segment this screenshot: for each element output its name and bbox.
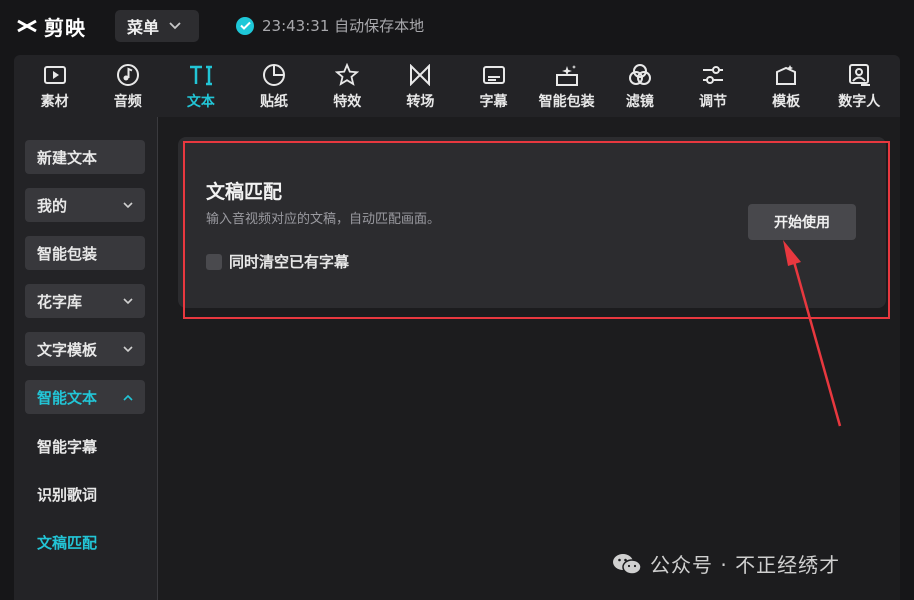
main-content-area: 文稿匹配 输入音视频对应的文稿，自动匹配画面。 同时清空已有字幕 开始使用 — [158, 117, 900, 600]
sidebar-item-label: 我的 — [37, 196, 68, 215]
watermark-text: 公众号 · 不正经绣才 — [650, 553, 841, 577]
tool-label: 模板 — [772, 93, 801, 110]
play-box-icon — [42, 62, 68, 88]
chevron-down-icon — [123, 297, 133, 304]
app-name: 剪映 — [44, 15, 86, 40]
chevron-down-icon — [169, 22, 181, 30]
wechat-icon — [613, 553, 642, 575]
tool-filter[interactable]: 滤镜 — [604, 58, 676, 114]
filter-icon — [627, 62, 653, 88]
menu-label: 菜单 — [127, 18, 160, 37]
chevron-down-icon — [123, 345, 133, 352]
tool-label: 转场 — [406, 93, 435, 110]
capcut-logo-icon — [17, 19, 37, 33]
chevron-up-icon — [123, 394, 133, 401]
digital-human-icon — [846, 62, 872, 88]
tool-label: 数字人 — [838, 93, 881, 110]
card-title: 文稿匹配 — [206, 181, 283, 203]
sidebar-item-smart-text[interactable]: 智能文本 — [25, 380, 145, 414]
star-effect-icon — [334, 62, 360, 88]
sidebar-item-label: 花字库 — [37, 292, 83, 311]
adjust-sliders-icon — [700, 62, 726, 88]
tool-label: 字幕 — [479, 93, 508, 110]
checkbox-box[interactable] — [206, 253, 222, 270]
sidebar-item-fancy-text[interactable]: 花字库 — [25, 284, 145, 318]
tool-label: 贴纸 — [260, 93, 289, 110]
tool-label: 音频 — [113, 93, 142, 110]
sidebar-item-label: 智能文本 — [37, 388, 98, 407]
tool-media[interactable]: 素材 — [19, 58, 91, 114]
sparkle-package-icon — [554, 62, 580, 88]
subtitle-icon — [481, 62, 507, 88]
text-ti-icon — [188, 62, 214, 88]
sidebar-item-label: 新建文本 — [37, 148, 98, 167]
tool-sticker[interactable]: 贴纸 — [238, 58, 310, 114]
card-description: 输入音视频对应的文稿，自动匹配画面。 — [206, 212, 441, 227]
text-category-sidebar: 新建文本 我的 智能包装 花字库 文字模板 智能文本 智能字幕 识别歌词 文稿匹… — [14, 117, 158, 600]
tool-effects[interactable]: 特效 — [311, 58, 383, 114]
tool-adjust[interactable]: 调节 — [677, 58, 749, 114]
tool-label: 素材 — [40, 93, 69, 110]
sidebar-subitem-smart-subtitle[interactable]: 智能字幕 — [37, 436, 97, 457]
check-circle-icon — [236, 16, 254, 35]
sidebar-subitem-recognize-lyrics[interactable]: 识别歌词 — [37, 484, 97, 505]
chevron-down-icon — [123, 201, 133, 208]
start-button[interactable]: 开始使用 — [748, 204, 856, 240]
tool-digital-human[interactable]: 数字人 — [823, 58, 895, 114]
sticker-icon — [261, 62, 287, 88]
checkbox-label: 同时清空已有字幕 — [229, 253, 350, 271]
clear-subtitles-checkbox[interactable]: 同时清空已有字幕 — [206, 251, 349, 272]
tool-transition[interactable]: 转场 — [384, 58, 456, 114]
sidebar-item-label: 文字模板 — [37, 340, 98, 359]
sidebar-subitem-script-match[interactable]: 文稿匹配 — [37, 532, 97, 553]
script-match-card: 文稿匹配 输入音视频对应的文稿，自动匹配画面。 同时清空已有字幕 开始使用 — [178, 137, 886, 308]
sidebar-item-label: 智能包装 — [37, 244, 98, 263]
tool-audio[interactable]: 音频 — [92, 58, 164, 114]
music-note-icon — [115, 62, 141, 88]
tool-label: 调节 — [698, 93, 727, 110]
title-bar: 剪映 菜单 23:43:31 自动保存本地 — [0, 0, 914, 52]
main-toolbar: 素材 音频 文本 贴纸 特效 转场 字幕 智能包装 滤镜 调节 模板 数字人 — [14, 55, 900, 117]
tool-label: 智能包装 — [538, 93, 595, 110]
autosave-status: 23:43:31 自动保存本地 — [236, 15, 424, 36]
autosave-text: 23:43:31 自动保存本地 — [262, 17, 425, 35]
tool-template[interactable]: 模板 — [750, 58, 822, 114]
tool-subtitle[interactable]: 字幕 — [458, 58, 530, 114]
tool-text[interactable]: 文本 — [165, 58, 237, 114]
tool-label: 特效 — [333, 93, 362, 110]
transition-icon — [407, 62, 433, 88]
sidebar-item-smart-package[interactable]: 智能包装 — [25, 236, 145, 270]
template-icon — [773, 62, 799, 88]
sidebar-item-text-template[interactable]: 文字模板 — [25, 332, 145, 366]
tool-label: 文本 — [186, 93, 215, 110]
app-logo: 剪映 — [16, 12, 86, 40]
sidebar-item-mine[interactable]: 我的 — [25, 188, 145, 222]
sidebar-item-new-text[interactable]: 新建文本 — [25, 140, 145, 174]
watermark: 公众号 · 不正经绣才 — [612, 549, 840, 578]
tool-label: 滤镜 — [625, 93, 654, 110]
tool-smart-package[interactable]: 智能包装 — [531, 58, 603, 114]
menu-button[interactable]: 菜单 — [115, 10, 199, 42]
